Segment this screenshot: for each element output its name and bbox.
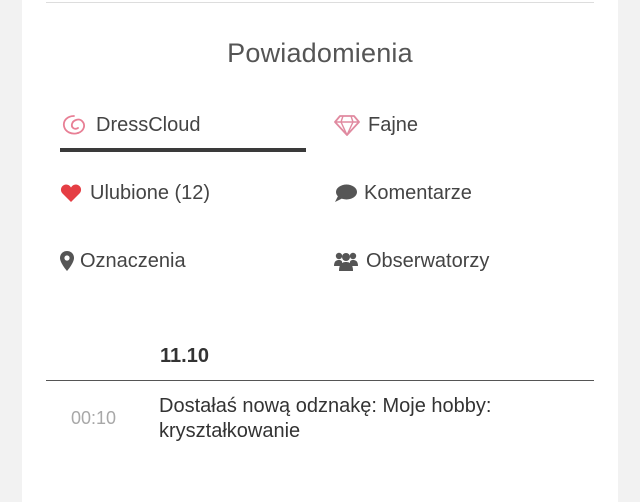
tab-dresscloud[interactable]: DressCloud: [60, 110, 200, 140]
feed-date: 11.10: [160, 345, 209, 367]
tab-label: Fajne: [368, 113, 419, 136]
tab-label: Oznaczenia: [80, 249, 186, 272]
users-icon: [334, 251, 358, 271]
notification-text: Dostałaś nową odznakę: Moje hobby: krysz…: [159, 395, 492, 442]
tab-label: Komentarze: [364, 181, 472, 204]
active-tab-indicator: [60, 148, 306, 152]
comment-icon: [334, 183, 358, 203]
tab-label: DressCloud: [96, 113, 201, 136]
top-divider: [46, 2, 594, 3]
page-title: Powiadomienia: [227, 38, 413, 68]
tab-obserwatorzy[interactable]: Obserwatorzy: [334, 246, 489, 276]
dresscloud-logo-icon: [60, 112, 88, 138]
tab-label: Obserwatorzy: [366, 249, 490, 272]
tab-label: Ulubione (12): [90, 181, 211, 204]
tab-komentarze[interactable]: Komentarze: [334, 178, 472, 208]
tab-ulubione[interactable]: Ulubione (12): [60, 178, 210, 208]
heart-icon: [60, 183, 82, 203]
diamond-icon: [334, 114, 360, 136]
tab-oznaczenia[interactable]: Oznaczenia: [60, 246, 186, 276]
tab-fajne[interactable]: Fajne: [334, 110, 418, 140]
map-pin-icon: [60, 251, 74, 271]
notification-time: 00:10: [71, 408, 117, 428]
date-divider: [46, 380, 594, 381]
